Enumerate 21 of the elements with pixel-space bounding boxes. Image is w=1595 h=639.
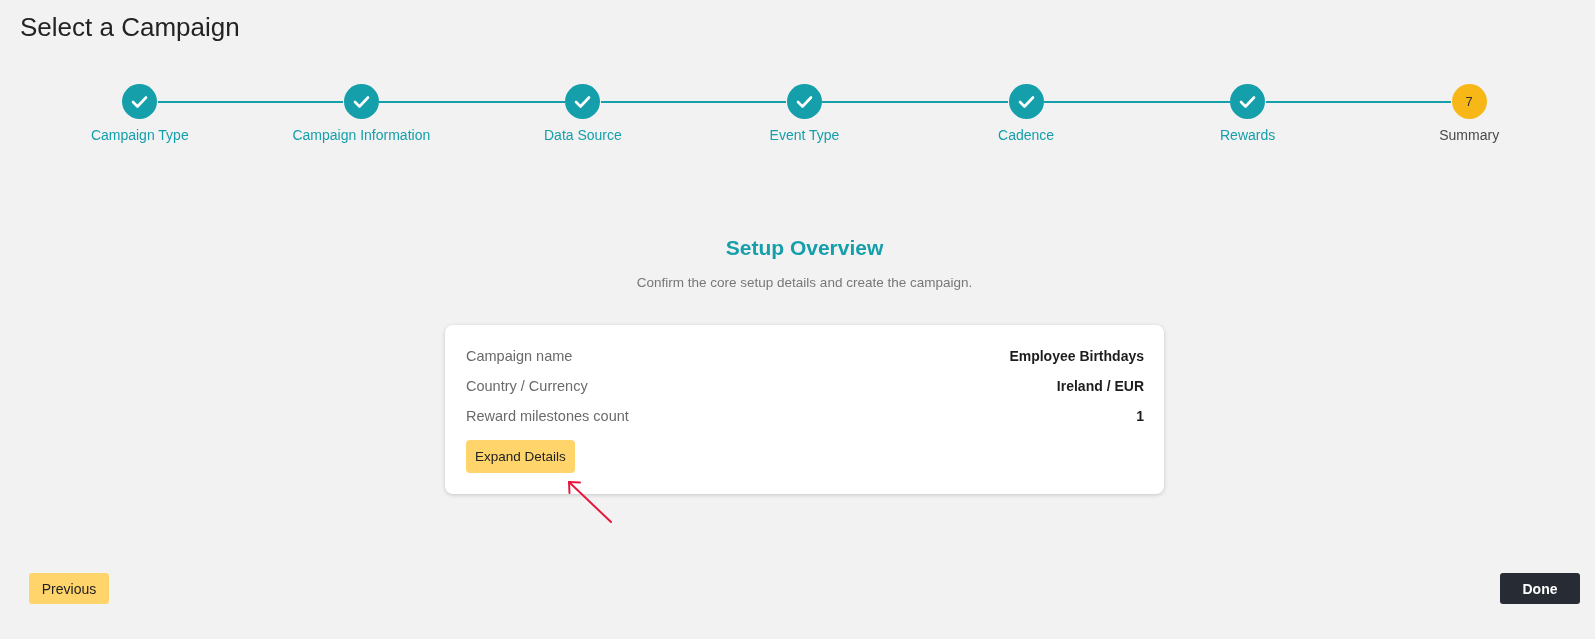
step-label: Campaign Information: [292, 126, 431, 144]
step-label: Campaign Type: [90, 126, 189, 144]
step-label: Cadence: [998, 126, 1055, 144]
section-subtitle: Confirm the core setup details and create the campaign.: [636, 274, 973, 292]
field-label: Campaign name: [466, 347, 573, 366]
expand-details-button[interactable]: Expand Details: [466, 440, 575, 473]
step-number: 7: [1451, 84, 1487, 119]
field-value: Employee Birthdays: [1009, 347, 1144, 366]
done-button[interactable]: Done: [1500, 573, 1580, 604]
field-label: Country / Currency: [466, 377, 588, 396]
annotation-arrow: [567, 480, 613, 524]
field-label: Reward milestones count: [466, 407, 629, 426]
page-title: Select a Campaign: [20, 12, 240, 42]
field-value: Ireland / EUR: [1056, 377, 1144, 396]
step-label: Event Type: [769, 126, 840, 144]
previous-button[interactable]: Previous: [29, 573, 109, 604]
field-value: 1: [1136, 407, 1144, 426]
step-label: Data Source: [544, 126, 622, 144]
step-label: Summary: [1439, 126, 1500, 144]
step-label: Rewards: [1220, 126, 1276, 144]
section-heading: Setup Overview: [725, 235, 884, 261]
